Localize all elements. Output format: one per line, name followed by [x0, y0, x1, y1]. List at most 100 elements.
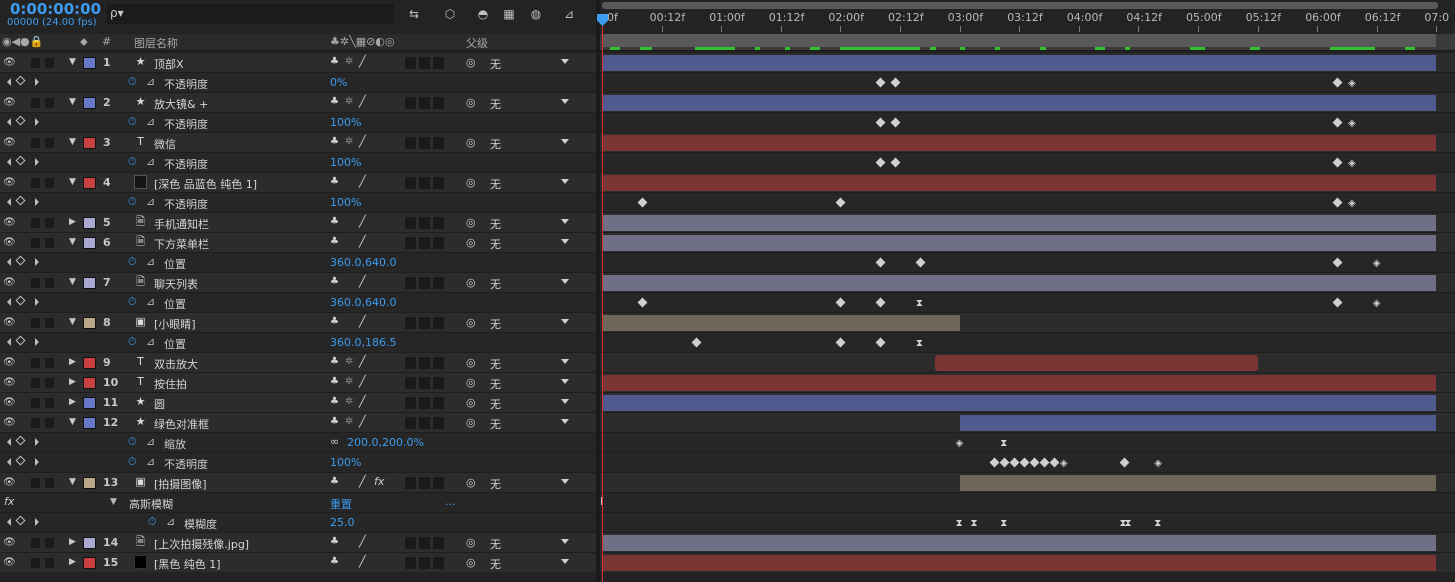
keyframe[interactable]: [1332, 157, 1343, 168]
layer-switch-box[interactable]: [419, 317, 430, 329]
twirl-arrow-icon[interactable]: ▶: [69, 537, 76, 547]
layer-name[interactable]: [黑色 纯色 1]: [154, 556, 221, 572]
ease-keyframe[interactable]: ◈: [1348, 198, 1356, 209]
layer-row[interactable]: 👁 ▼ 4 [深色 品蓝色 纯色 1] ♣ ╱ ◎ 无: [0, 172, 596, 192]
layer-switch-box[interactable]: [419, 177, 430, 189]
property-value[interactable]: 100%: [330, 156, 361, 169]
next-keyframe-icon[interactable]: [35, 118, 39, 126]
parent-value[interactable]: 无: [490, 356, 501, 372]
pickwhip-icon[interactable]: ◎: [466, 476, 476, 489]
shy-switch-icon[interactable]: ♣: [330, 56, 339, 67]
layer-name[interactable]: [拍摄图像]: [154, 476, 207, 492]
property-track[interactable]: ◈ ◈: [600, 452, 1455, 472]
twirl-arrow-icon[interactable]: ▼: [69, 277, 76, 287]
quality-switch-icon[interactable]: ╱: [359, 175, 366, 188]
property-track[interactable]: ⧗: [600, 332, 1455, 352]
keyframe[interactable]: [890, 117, 901, 128]
layer-switch-box[interactable]: [419, 377, 430, 389]
visibility-eye-icon[interactable]: 👁: [3, 537, 16, 548]
shy-switch-icon[interactable]: ♣: [330, 216, 339, 227]
label-color-swatch[interactable]: [83, 237, 96, 249]
label-color-swatch[interactable]: [83, 477, 96, 489]
property-row[interactable]: ⏱ ⊿ 不透明度 100%: [0, 452, 596, 472]
label-color-swatch[interactable]: [83, 177, 96, 189]
visibility-eye-icon[interactable]: 👁: [3, 357, 16, 368]
shy-switch-icon[interactable]: ♣: [330, 176, 339, 187]
collapse-switch-icon[interactable]: ✲: [345, 56, 353, 67]
visibility-eye-icon[interactable]: 👁: [3, 97, 16, 108]
collapse-switch-icon[interactable]: ✲: [345, 96, 353, 107]
layer-switch-box[interactable]: [419, 217, 430, 229]
layer-row[interactable]: 👁 ▼ 7 🗎 聊天列表 ♣ ╱ ◎ 无: [0, 272, 596, 292]
prev-keyframe-icon[interactable]: [7, 198, 11, 206]
quality-switch-icon[interactable]: ╱: [359, 355, 366, 368]
label-color-swatch[interactable]: [83, 97, 96, 109]
layer-row[interactable]: 👁 ▼ 6 🗎 下方菜单栏 ♣ ╱ ◎ 无: [0, 232, 596, 252]
twirl-arrow-icon[interactable]: ▶: [69, 217, 76, 227]
property-track[interactable]: ⧗ ◈: [600, 292, 1455, 312]
layer-row[interactable]: 👁 ▶ 10 T 按住拍 ♣ ✲ ╱ ◎ 无: [0, 372, 596, 392]
twirl-arrow-icon[interactable]: ▶: [69, 357, 76, 367]
layer-track[interactable]: [600, 352, 1455, 372]
av-switch[interactable]: [31, 98, 40, 108]
keyframe[interactable]: [1332, 197, 1343, 208]
visibility-eye-icon[interactable]: 👁: [3, 377, 16, 388]
layer-switch-box[interactable]: [405, 97, 416, 109]
layer-name[interactable]: [深色 品蓝色 纯色 1]: [154, 176, 257, 192]
current-timecode[interactable]: 0:00:00:00: [10, 0, 101, 18]
layer-row[interactable]: 👁 ▶ 15 [黑色 纯色 1] ♣ ╱ ◎ 无: [0, 552, 596, 572]
hold-keyframe[interactable]: ⧗: [1000, 518, 1007, 529]
next-keyframe-icon[interactable]: [35, 438, 39, 446]
visibility-eye-icon[interactable]: 👁: [3, 417, 16, 428]
property-row[interactable]: ⏱ ⊿ 不透明度 100%: [0, 112, 596, 132]
twirl-arrow-icon[interactable]: ▼: [69, 237, 76, 247]
visibility-eye-icon[interactable]: 👁: [3, 397, 16, 408]
shy-switch-icon[interactable]: ♣: [330, 136, 339, 147]
layer-name[interactable]: 下方菜单栏: [154, 236, 209, 252]
layer-switch-box[interactable]: [433, 237, 444, 249]
property-row[interactable]: ⏱ ⊿ 缩放 ∞ 200.0,200.0%: [0, 432, 596, 452]
parent-value[interactable]: 无: [490, 416, 501, 432]
column-parent[interactable]: 父级: [466, 35, 488, 51]
parent-value[interactable]: 无: [490, 396, 501, 412]
collapse-switch-icon[interactable]: ✲: [345, 416, 353, 427]
quality-switch-icon[interactable]: ╱: [359, 55, 366, 68]
label-color-swatch[interactable]: [83, 277, 96, 289]
shy-switch-icon[interactable]: ♣: [330, 536, 339, 547]
parent-value[interactable]: 无: [490, 476, 501, 492]
pickwhip-icon[interactable]: ◎: [466, 416, 476, 429]
property-value[interactable]: 100%: [330, 116, 361, 129]
hold-keyframe[interactable]: ⧗: [916, 298, 923, 309]
layer-track[interactable]: [600, 532, 1455, 552]
av-switch[interactable]: [45, 238, 54, 248]
layer-row[interactable]: 👁 ▶ 9 T 双击放大 ♣ ✲ ╱ ◎ 无: [0, 352, 596, 372]
property-row[interactable]: ⏱ ⊿ 位置 360.0,186.5: [0, 332, 596, 352]
layer-name[interactable]: 双击放大: [154, 356, 198, 372]
layer-duration-bar[interactable]: [602, 375, 1437, 391]
layer-name[interactable]: 顶部X: [154, 56, 184, 72]
layer-switch-box[interactable]: [433, 377, 444, 389]
stopwatch-icon[interactable]: ⏱: [128, 295, 137, 309]
frame-blend-icon[interactable]: ▦: [500, 6, 518, 22]
layer-switch-box[interactable]: [405, 357, 416, 369]
label-color-swatch[interactable]: [83, 537, 96, 549]
av-switch[interactable]: [45, 138, 54, 148]
parent-dropdown-icon[interactable]: [561, 319, 569, 324]
visibility-eye-icon[interactable]: 👁: [3, 317, 16, 328]
ease-keyframe[interactable]: ◈: [1348, 158, 1356, 169]
layer-switch-box[interactable]: [405, 317, 416, 329]
property-row[interactable]: ⏱ ⊿ 不透明度 100%: [0, 152, 596, 172]
quality-switch-icon[interactable]: ╱: [359, 135, 366, 148]
av-switch[interactable]: [45, 218, 54, 228]
prev-keyframe-icon[interactable]: [7, 78, 11, 86]
parent-dropdown-icon[interactable]: [561, 239, 569, 244]
effect-options-link[interactable]: ...: [445, 495, 456, 508]
parent-value[interactable]: 无: [490, 136, 501, 152]
hold-keyframe[interactable]: ⧗: [1125, 518, 1132, 529]
property-row[interactable]: ⏱ ⊿ 不透明度 100%: [0, 192, 596, 212]
layer-switch-box[interactable]: [433, 537, 444, 549]
quality-switch-icon[interactable]: ╱: [359, 215, 366, 228]
effect-row[interactable]: fx ▼ 高斯模糊 重置...: [0, 492, 596, 512]
shy-switch-icon[interactable]: ♣: [330, 236, 339, 247]
shy-switch-icon[interactable]: ♣: [330, 416, 339, 427]
